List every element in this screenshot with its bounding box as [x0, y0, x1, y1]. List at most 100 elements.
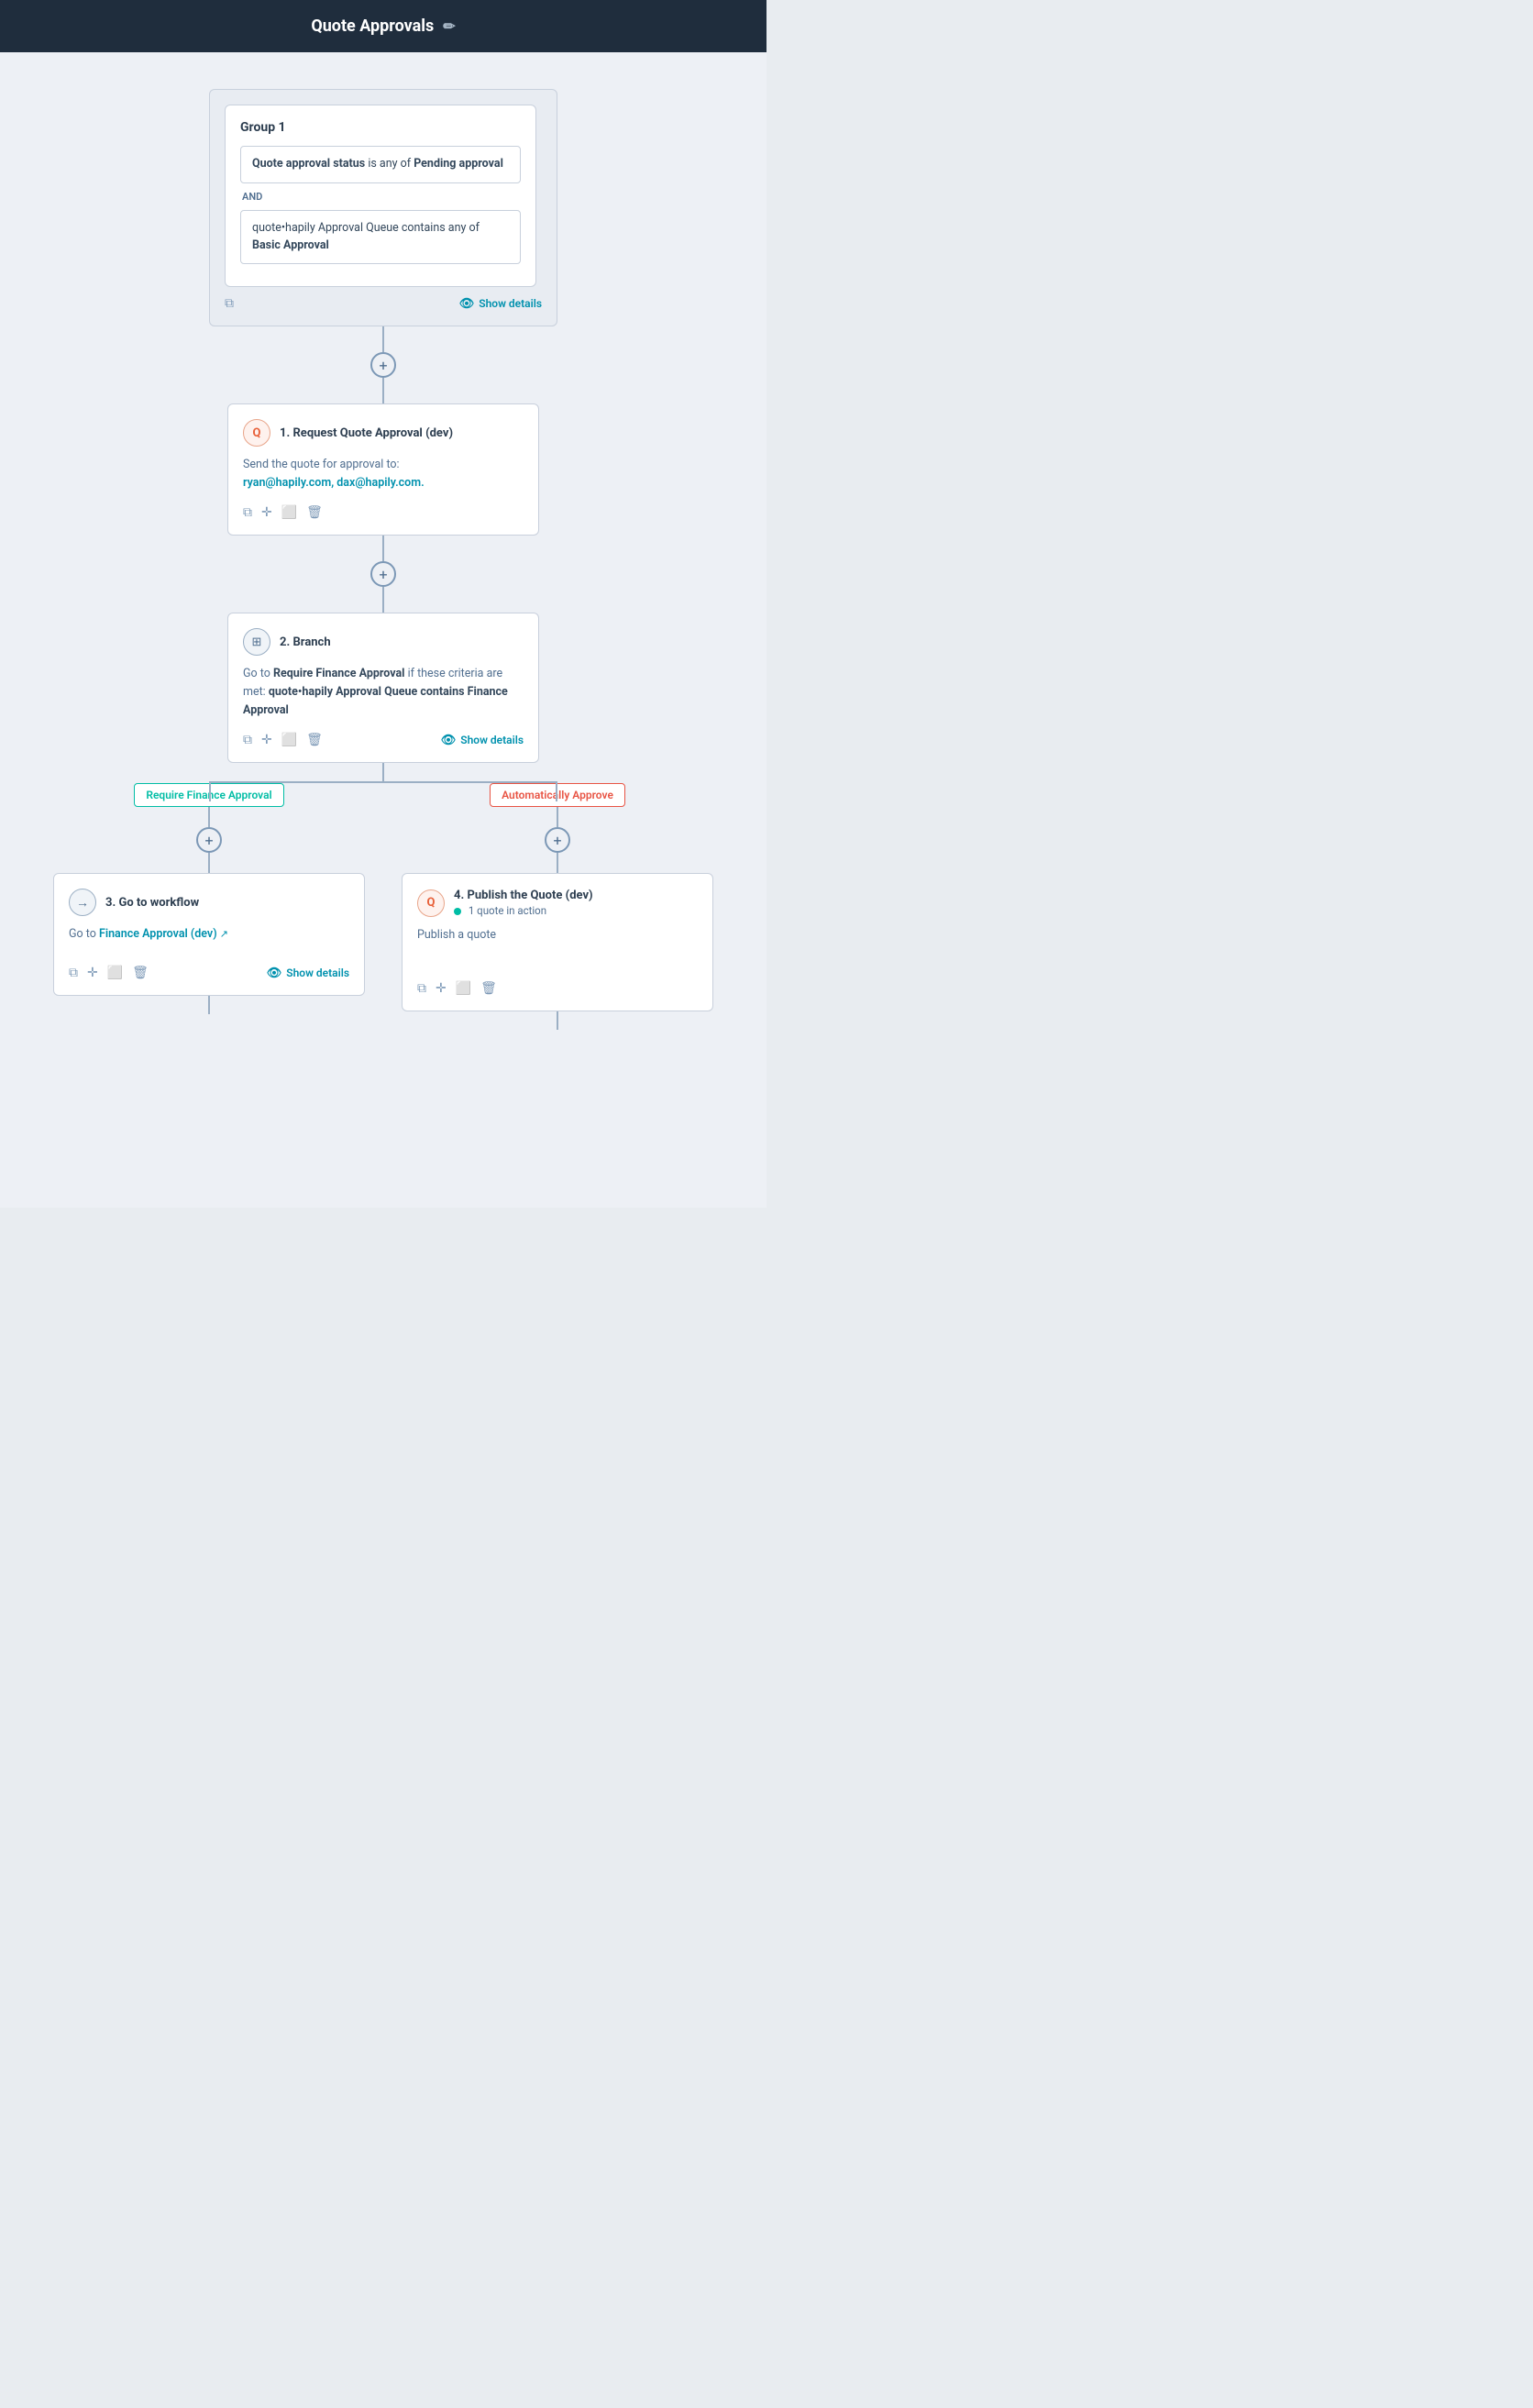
step-3-link[interactable]: Finance Approval (dev): [99, 927, 217, 941]
step-4-footer: ⧉ ✛ ⬜ 🗑: [417, 981, 698, 996]
trash-icon-s1[interactable]: 🗑: [306, 505, 323, 520]
copy-icon-s2[interactable]: ⧉: [243, 733, 252, 747]
step-1-header: Q 1. Request Quote Approval (dev): [243, 419, 524, 447]
condition-1[interactable]: Quote approval status is any of Pending …: [240, 146, 521, 183]
step-2-block: ⊞ 2. Branch Go to Require Finance Approv…: [227, 613, 539, 763]
step-4-header: Q 4. Publish the Quote (dev) 1 quote in …: [417, 889, 698, 917]
step-4-status-text: 1 quote in action: [469, 904, 546, 917]
connector-2: +: [370, 536, 396, 613]
step4-bottom-line: [557, 1011, 558, 1030]
step-4-icon: Q: [417, 889, 445, 917]
step-3-footer: ⧉ ✛ ⬜ 🗑 👁 Show details: [69, 966, 349, 980]
step-1-block: Q 1. Request Quote Approval (dev) Send t…: [227, 403, 539, 536]
group-1: Group 1 Quote approval status is any of …: [225, 105, 536, 287]
copy-icon-s3[interactable]: ⧉: [69, 966, 78, 980]
clone-icon-s3[interactable]: ⬜: [107, 966, 123, 980]
step-2-footer: ⧉ ✛ ⬜ 🗑 👁 Show details: [243, 733, 524, 747]
line-1: [382, 326, 384, 352]
condition-2[interactable]: quote•hapily Approval Queue contains any…: [240, 210, 521, 265]
show-details-step3[interactable]: 👁 Show details: [267, 967, 349, 980]
trash-icon-s2[interactable]: 🗑: [306, 733, 323, 747]
step-3-plain: Go to: [69, 927, 99, 941]
eye-icon-s2: 👁: [441, 734, 457, 747]
step-4-plain: Publish a quote: [417, 928, 496, 942]
connector-1: +: [370, 326, 396, 403]
clone-icon-s1[interactable]: ⬜: [281, 505, 297, 520]
line-3: [382, 536, 384, 561]
copy-icon-s4[interactable]: ⧉: [417, 981, 426, 996]
step-2-title: 2. Branch: [280, 635, 331, 649]
step-1-icon: Q: [243, 419, 270, 447]
step-3-header: → 3. Go to workflow: [69, 889, 349, 916]
step-3-icons: ⧉ ✛ ⬜ 🗑: [69, 966, 149, 980]
branch-right-vert2: [557, 853, 558, 873]
edit-icon[interactable]: ✏: [443, 17, 455, 35]
step-2-body: Go to Require Finance Approval if these …: [243, 665, 524, 720]
step-1-footer: ⧉ ✛ ⬜ 🗑: [243, 505, 524, 520]
trigger-block: Group 1 Quote approval status is any of …: [209, 89, 557, 326]
and-label: AND: [240, 191, 521, 203]
show-details-trigger[interactable]: 👁 Show details: [459, 297, 542, 311]
step-3-block: → 3. Go to workflow Go to Finance Approv…: [53, 873, 365, 996]
step-4-body: Publish a quote: [417, 926, 698, 944]
add-button-right[interactable]: +: [545, 827, 570, 853]
condition-1-value: Pending approval: [414, 157, 503, 171]
branch-columns: Require Finance Approval + → 3. Go to wo…: [53, 783, 713, 1030]
add-button-1[interactable]: +: [370, 352, 396, 378]
step-1-icons: ⧉ ✛ ⬜ 🗑: [243, 505, 323, 520]
branch-h-line: [209, 781, 557, 783]
clone-icon-s4[interactable]: ⬜: [456, 981, 471, 996]
app-header: Quote Approvals ✏: [0, 0, 766, 52]
copy-icon-s1[interactable]: ⧉: [243, 505, 252, 520]
step-2-icons: ⧉ ✛ ⬜ 🗑: [243, 733, 323, 747]
step-4-title: 4. Publish the Quote (dev): [454, 889, 593, 902]
step-2-body-bold1: Require Finance Approval: [273, 667, 405, 680]
branch-left-vert2: [208, 853, 210, 873]
condition-1-operator: is any of: [368, 157, 414, 171]
step-3-title: 3. Go to workflow: [105, 896, 199, 910]
step-4-block: Q 4. Publish the Quote (dev) 1 quote in …: [402, 873, 713, 1011]
step-2-header: ⊞ 2. Branch: [243, 628, 524, 656]
move-icon-s1[interactable]: ✛: [261, 505, 272, 520]
line-2: [382, 378, 384, 403]
step-3-icon: →: [69, 889, 96, 916]
trash-icon-s4[interactable]: 🗑: [480, 981, 497, 996]
header-title: Quote Approvals: [311, 17, 434, 36]
show-details-step2[interactable]: 👁 Show details: [441, 734, 524, 747]
branch-right-vert: [557, 807, 558, 827]
step-1-emails: ryan@hapily.com, dax@hapily.com.: [243, 474, 524, 492]
move-icon-s3[interactable]: ✛: [87, 966, 98, 980]
branch-split: Require Finance Approval + → 3. Go to wo…: [53, 763, 713, 1030]
workflow-canvas: Group 1 Quote approval status is any of …: [0, 52, 766, 1208]
step-2-body-bold2: quote•hapily Approval Queue contains Fin…: [243, 685, 508, 717]
add-button-2[interactable]: +: [370, 561, 396, 587]
move-icon-s4[interactable]: ✛: [436, 981, 447, 996]
add-button-left[interactable]: +: [196, 827, 222, 853]
group-title: Group 1: [240, 120, 521, 135]
branch-top-line: [382, 763, 384, 781]
line-4: [382, 587, 384, 613]
branch-left-drop: [209, 781, 211, 801]
branch-right: Automatically Approve + Q 4. Publish the…: [402, 783, 713, 1030]
step-1-body-text: Send the quote for approval to:: [243, 456, 524, 474]
trigger-footer: ⧉ 👁 Show details: [225, 296, 542, 311]
clone-icon-s2[interactable]: ⬜: [281, 733, 297, 747]
branch-left-vert: [208, 807, 210, 827]
eye-icon-s3: 👁: [267, 967, 282, 980]
condition-2-value: Basic Approval: [252, 238, 329, 252]
step-3-body: Go to Finance Approval (dev) ↗: [69, 925, 349, 944]
eye-icon: 👁: [459, 297, 475, 311]
step-4-title-area: 4. Publish the Quote (dev) 1 quote in ac…: [454, 889, 593, 917]
step-1-title: 1. Request Quote Approval (dev): [280, 426, 453, 440]
move-icon-s2[interactable]: ✛: [261, 733, 272, 747]
step3-bottom-line: [208, 996, 210, 1014]
condition-2-text: quote•hapily Approval Queue contains any…: [252, 221, 480, 235]
trigger-footer-icons: ⧉: [225, 296, 234, 311]
condition-1-field: Quote approval status: [252, 157, 365, 171]
copy-icon[interactable]: ⧉: [225, 296, 234, 311]
status-dot: [454, 908, 461, 915]
step-4-status: 1 quote in action: [454, 904, 593, 917]
step-1-body: Send the quote for approval to: ryan@hap…: [243, 456, 524, 492]
trash-icon-s3[interactable]: 🗑: [132, 966, 149, 980]
step-2-icon: ⊞: [243, 628, 270, 656]
